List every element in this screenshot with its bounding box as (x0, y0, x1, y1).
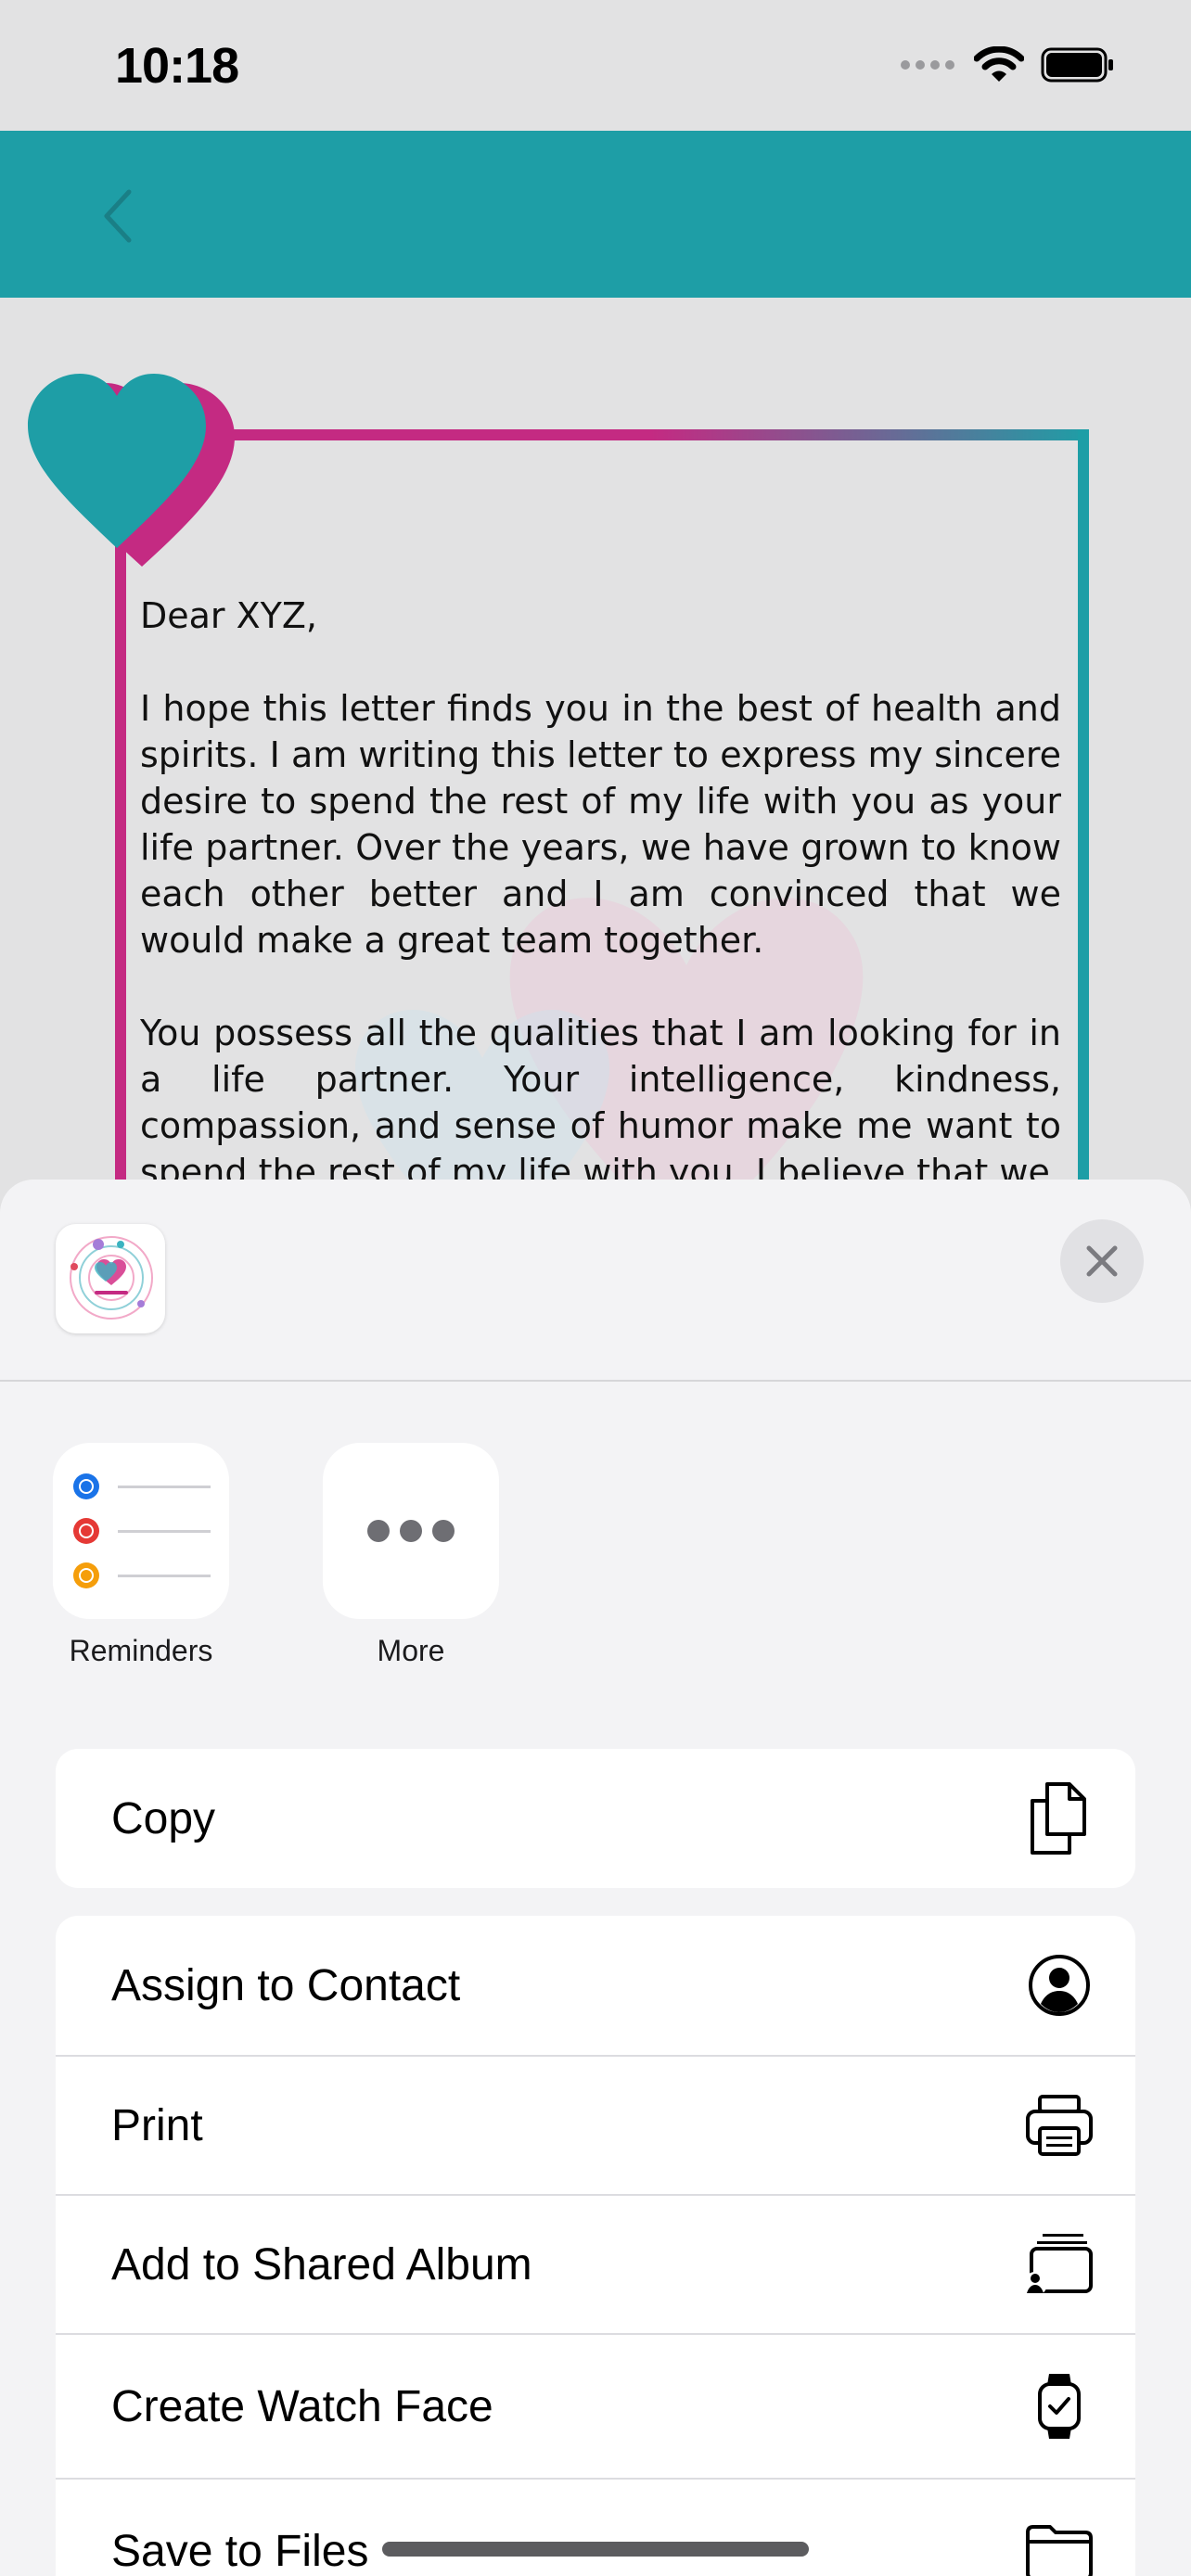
navigation-bar (0, 131, 1191, 298)
close-button[interactable] (1060, 1219, 1144, 1303)
printer-icon (1024, 2090, 1095, 2161)
actions-group: Assign to Contact Print Add to Shared Al… (56, 1916, 1135, 2576)
share-sheet: Reminders More Copy Assign to Contact Pr… (0, 1180, 1191, 2576)
status-bar: 10:18 (0, 0, 1191, 131)
shared-album-icon (1024, 2229, 1095, 2300)
letter-paragraph: I hope this letter finds you in the best… (140, 688, 1061, 961)
copy-action-group: Copy (56, 1749, 1135, 1888)
status-time: 10:18 (115, 38, 239, 94)
assign-to-contact-label: Assign to Contact (111, 1960, 461, 2010)
print-label: Print (111, 2100, 203, 2150)
signal-icon (901, 60, 954, 70)
reminders-app-button[interactable] (53, 1443, 229, 1619)
battery-icon (1041, 47, 1113, 83)
app-thumbnail (56, 1224, 165, 1333)
copy-icon (1024, 1782, 1095, 1855)
contact-icon (1024, 1950, 1095, 2021)
back-button[interactable] (85, 179, 150, 253)
letter-view: Dear XYZ, I hope this letter finds you i… (0, 298, 1191, 1225)
letter-salutation: Dear XYZ, (140, 595, 317, 636)
add-to-shared-album-label: Add to Shared Album (111, 2239, 532, 2289)
home-indicator (382, 2542, 809, 2557)
reminders-label: Reminders (69, 1634, 213, 1667)
folder-icon (1024, 2516, 1095, 2576)
add-to-shared-album-button[interactable]: Add to Shared Album (56, 2194, 1135, 2333)
assign-to-contact-button[interactable]: Assign to Contact (56, 1916, 1135, 2055)
close-icon (1086, 1245, 1118, 1277)
watch-icon (1024, 2371, 1095, 2442)
share-sheet-header (0, 1180, 1191, 1382)
more-label: More (377, 1634, 445, 1667)
create-watch-face-button[interactable]: Create Watch Face (56, 2333, 1135, 2478)
chevron-left-icon (104, 189, 132, 243)
copy-button[interactable]: Copy (56, 1749, 1135, 1888)
more-apps-button[interactable] (323, 1443, 499, 1619)
heart-icon (28, 374, 235, 567)
more-icon (367, 1520, 455, 1542)
letter-paragraph: You possess all the qualities that I am … (140, 1013, 1061, 1192)
status-icons (900, 46, 1115, 83)
save-to-files-button[interactable]: Save to Files (56, 2478, 1135, 2576)
heart-decoration (26, 372, 239, 576)
create-watch-face-label: Create Watch Face (111, 2381, 493, 2431)
wifi-icon (974, 46, 1024, 82)
print-button[interactable]: Print (56, 2055, 1135, 2194)
letter-text: Dear XYZ, I hope this letter finds you i… (140, 593, 1061, 1225)
reminders-icon (73, 1473, 211, 1588)
copy-label: Copy (111, 1793, 216, 1843)
save-to-files-label: Save to Files (111, 2526, 369, 2576)
app-logo-icon (70, 1236, 153, 1320)
